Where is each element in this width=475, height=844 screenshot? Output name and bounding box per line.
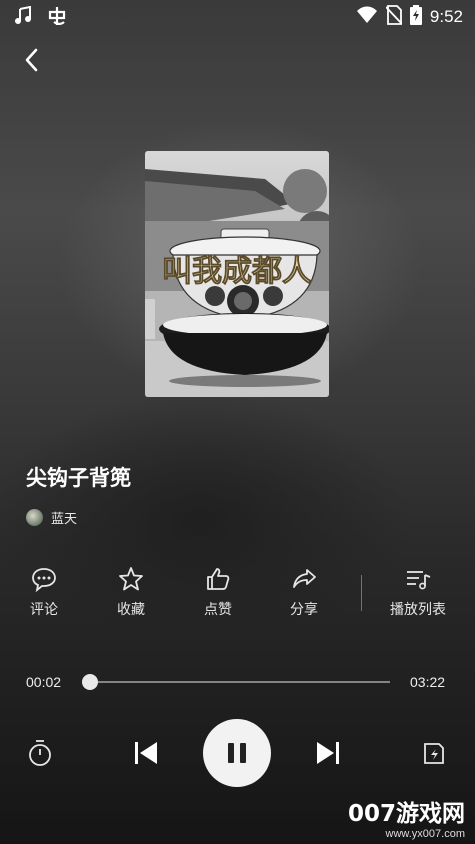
chevron-left-icon — [25, 48, 38, 72]
back-button[interactable] — [18, 44, 46, 76]
action-bar: 评论 收藏 点赞 分享 播放列表 — [0, 565, 475, 625]
status-time: 9:52 — [429, 7, 463, 26]
music-note-icon — [14, 5, 34, 30]
pause-icon — [228, 743, 246, 763]
watermark-url: www.yx007.com — [385, 828, 465, 840]
watermark-brand: 007游戏网 — [347, 801, 465, 827]
like-button[interactable]: 点赞 — [183, 565, 253, 619]
cover-overlay-text: 叫我成都人 — [162, 254, 312, 289]
status-bar: 9:52 — [0, 0, 475, 34]
battery-charging-icon — [409, 5, 422, 29]
thumbs-up-icon — [207, 568, 230, 590]
artist-row[interactable]: 蓝天 — [26, 508, 77, 527]
divider — [361, 575, 362, 611]
timer-icon — [29, 740, 51, 766]
album-artwork: 叫我成都人 — [145, 151, 329, 397]
star-icon — [119, 567, 143, 591]
play-mode-button[interactable] — [420, 738, 448, 772]
sleep-timer-button[interactable] — [26, 738, 54, 772]
share-button[interactable]: 分享 — [269, 565, 339, 619]
watermark: 007游戏网 www.yx007.com — [348, 794, 465, 840]
progress-bar: 00:02 03:22 — [0, 672, 475, 694]
avatar — [26, 509, 43, 526]
share-label: 分享 — [290, 602, 318, 618]
artist-name: 蓝天 — [51, 512, 78, 527]
play-mode-icon — [424, 743, 444, 764]
skip-previous-icon — [135, 742, 157, 764]
skip-next-icon — [317, 742, 339, 764]
playlist-icon — [407, 571, 431, 590]
favorite-button[interactable]: 收藏 — [96, 565, 166, 619]
playback-controls — [0, 716, 475, 791]
pause-button[interactable] — [203, 719, 271, 787]
comment-button[interactable]: 评论 — [9, 565, 79, 619]
current-time: 00:02 — [26, 674, 62, 690]
wifi-icon — [356, 6, 378, 28]
favorite-label: 收藏 — [117, 602, 145, 618]
comment-label: 评论 — [30, 602, 58, 618]
next-button[interactable] — [314, 740, 342, 770]
app-notification-icon — [46, 5, 68, 31]
total-time: 03:22 — [410, 674, 446, 690]
previous-button[interactable] — [132, 740, 160, 770]
song-title: 尖钩子背篼 — [26, 466, 131, 490]
album-cover: 叫我成都人 — [145, 151, 329, 397]
playlist-label: 播放列表 — [390, 602, 446, 618]
progress-thumb[interactable] — [82, 674, 99, 690]
share-icon — [293, 569, 316, 588]
like-label: 点赞 — [204, 602, 232, 618]
comment-icon — [32, 568, 56, 593]
progress-track[interactable] — [82, 674, 390, 690]
no-sim-icon — [385, 5, 403, 29]
playlist-button[interactable]: 播放列表 — [378, 565, 458, 619]
